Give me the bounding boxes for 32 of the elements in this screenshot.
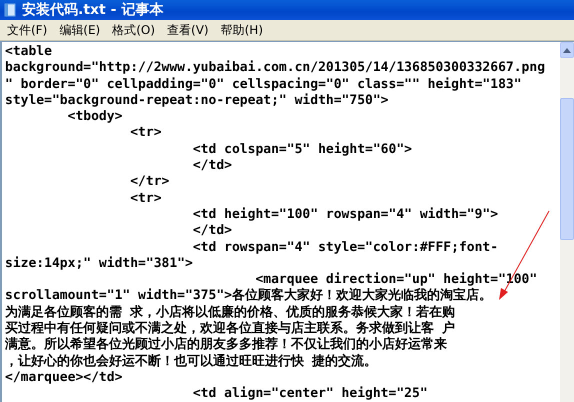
menu-item[interactable]: 格式(O) [107,20,160,40]
menu-item[interactable]: 文件(F) [2,20,52,40]
text-line: </td> [192,158,233,174]
text-line: background="http://2www.yubaibai.com.cn/201305/14/136850300332667.png [5,60,546,77]
text-line: size:14px;" width="381"> [5,256,194,272]
text-line: <td colspan="5" height="60"> [192,142,413,158]
text-line: 为满足各位顾客的需 求，小店将以低廉的价格、优质的服务恭候大家！若在购 [5,304,456,320]
text-line: style="background-repeat:no-repeat;" width="750"> [5,92,390,110]
text-line: <table [5,44,53,60]
text-line: </tr> [129,174,170,191]
menu-item[interactable]: 编辑(E) [54,20,106,40]
text-line: <td rowspan="4" style="color:#FFF;font- [192,240,500,256]
text-line: </td> [192,223,233,240]
menu-item[interactable]: 帮助(H) [216,20,268,40]
text-line: <td height="100" rowspan="4" width="9"> [192,206,500,224]
scroll-up-button[interactable] [560,42,574,58]
window-title: 安装代码.txt - 记事本 [22,1,164,19]
notepad-icon [4,3,16,17]
scroll-thumb[interactable] [560,98,574,240]
text-line: <tbody> [66,109,124,126]
text-line: 满意。所以希望各位光顾过小店的朋友多多推荐！不仅让我们的小店好运常来 [5,337,448,354]
menu-item[interactable]: 查看(V) [162,20,214,40]
text-line: <tr> [129,190,163,207]
up-arrow-icon [563,48,571,52]
text-line: <td align="center" height="25" [192,386,429,402]
text-line: 买过程中有任何疑问或不满之处，欢迎各位直接与店主联系。务求做到让客 户 [5,321,456,336]
text-line: " border="0" cellpadding="0" cellspacing="0" class="" height="183" [5,76,523,93]
scrollbar[interactable] [560,42,574,402]
text-line: </marquee></td> [5,370,124,386]
text-line: ，让好心的你也会好运不断！也可以通过旺旺进行快 捷的交流。 [5,354,378,370]
text-line: <tr> [129,125,163,142]
text-line: scrollamount="1" width="375">各位顾客大家好！欢迎大家光临我的淘宝店。 [5,288,493,304]
